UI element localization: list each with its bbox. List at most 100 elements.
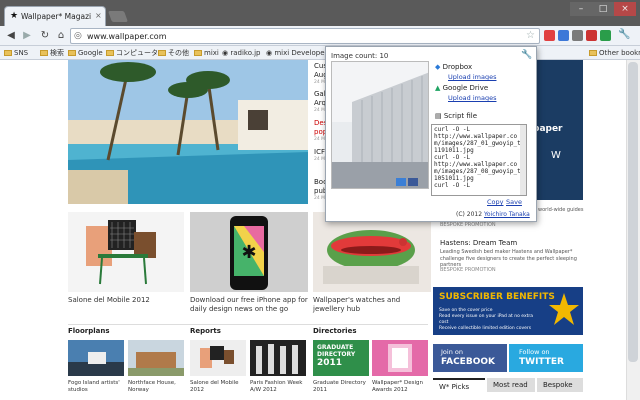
scrollbar-thumb[interactable] xyxy=(628,62,638,362)
window-close-button[interactable]: × xyxy=(614,2,636,16)
bookmark-folder-other[interactable]: その他 xyxy=(158,47,189,59)
hero-image-pool[interactable] xyxy=(68,60,308,204)
script-scrollbar[interactable] xyxy=(520,125,526,195)
window-minimize-button[interactable]: – xyxy=(570,2,592,16)
promo-body: Leading Swedish bed maker Hastens and Wa… xyxy=(440,249,577,268)
floorplan-thumb[interactable] xyxy=(68,340,124,376)
back-button[interactable]: ◀ xyxy=(4,29,18,43)
extension-red-icon[interactable] xyxy=(544,30,555,41)
tab-bespoke[interactable]: Bespoke xyxy=(537,378,583,392)
extension-image-icon[interactable] xyxy=(586,30,597,41)
promo-tag: BESPOKE PROMOTION xyxy=(440,267,496,273)
bookmark-folder-computer[interactable]: コンピュータ xyxy=(106,47,158,59)
svg-text:✱: ✱ xyxy=(241,242,256,263)
directory-thumb[interactable] xyxy=(372,340,428,376)
grid-caption[interactable]: Salone del Mobile 2012 xyxy=(68,296,186,305)
google-drive-label: ▲ Google Drive xyxy=(435,84,489,92)
directory-thumb[interactable]: GRADUATE DIRECTORY 2011 xyxy=(313,340,369,376)
wallpaper-favicon-icon: ★ xyxy=(10,11,19,21)
folder-icon xyxy=(4,50,12,56)
bookmark-star-icon[interactable]: ☆ xyxy=(526,30,535,41)
floorplan-thumb[interactable] xyxy=(128,340,184,376)
globe-icon: ◎ xyxy=(74,31,82,41)
thumb-caption[interactable]: Graduate Directory 2011 xyxy=(313,380,371,394)
dropbox-upload-link[interactable]: Upload images xyxy=(448,73,496,81)
bookmark-radiko[interactable]: ◉ radiko.jp xyxy=(222,47,260,59)
watches-jewellery-image[interactable] xyxy=(313,212,431,292)
folder-icon xyxy=(158,50,166,56)
wallpaper-logo-icon xyxy=(549,293,579,325)
thumb-caption[interactable]: Fogo Island artists' studios xyxy=(68,380,126,394)
tab-close-icon[interactable]: × xyxy=(95,11,102,20)
window-maximize-button[interactable]: □ xyxy=(592,2,614,16)
floorplans-title[interactable]: Floorplans xyxy=(68,327,110,335)
tab-title: Wallpaper* Magazine: de xyxy=(21,12,91,21)
worldwide-guides-text[interactable]: world-wide guides xyxy=(538,207,583,213)
directories-title[interactable]: Directories xyxy=(313,327,356,335)
copy-link[interactable]: Copy xyxy=(487,198,504,206)
folder-icon xyxy=(194,50,202,56)
facebook-button[interactable]: Join on FACEBOOK xyxy=(433,344,507,372)
bookmark-other-bookmarks[interactable]: Other bookmarks xyxy=(589,47,640,59)
save-link[interactable]: Save xyxy=(506,198,522,206)
grid-caption[interactable]: Wallpaper's watches and jewellery hub xyxy=(313,296,431,314)
promo-title[interactable]: Hastens: Dream Team xyxy=(440,239,590,247)
grid-caption[interactable]: Download our free iPhone app for daily d… xyxy=(190,296,308,314)
image-count: Image count: 10 xyxy=(331,52,389,60)
author-link[interactable]: Yoichiro Tanaka xyxy=(484,211,530,218)
tab-w-picks[interactable]: W* Picks xyxy=(433,378,485,392)
folder-icon xyxy=(68,50,76,56)
graduate-thumb-text: GRADUATE xyxy=(317,344,354,351)
extension-green-icon[interactable] xyxy=(600,30,611,41)
browser-tab[interactable]: ★ Wallpaper* Magazine: de × xyxy=(4,6,106,26)
reports-title[interactable]: Reports xyxy=(190,327,221,335)
bookmark-folder-google[interactable]: Google xyxy=(68,47,103,59)
home-icon[interactable]: ⌂ xyxy=(54,29,68,43)
ad-small: W xyxy=(551,150,561,161)
subscriber-lines: Save on the cover price Read every issue… xyxy=(439,308,533,331)
tab-most-read[interactable]: Most read xyxy=(487,378,535,392)
ad-text: paper xyxy=(533,124,563,134)
facebook-label: FACEBOOK xyxy=(441,357,495,367)
twitter-button[interactable]: Follow on TWITTER xyxy=(509,344,583,372)
thumb-caption[interactable]: Wallpaper* Design Awards 2012 xyxy=(372,380,430,394)
wrench-menu-icon[interactable]: 🔧 xyxy=(618,29,630,40)
address-url[interactable]: www.wallpaper.com xyxy=(87,32,167,41)
subscriber-benefits-banner[interactable]: SUBSCRIBER BENEFITS Save on the cover pr… xyxy=(433,287,583,335)
options-wrench-icon[interactable]: 🔧 xyxy=(521,50,532,60)
report-thumb[interactable] xyxy=(250,340,306,376)
thumb-caption[interactable]: Northface House, Norway xyxy=(128,380,186,394)
google-drive-icon: ▲ xyxy=(435,84,441,92)
subscriber-title: SUBSCRIBER BENEFITS xyxy=(439,292,555,302)
bookmark-folder-search[interactable]: 検索 xyxy=(40,47,64,59)
graduate-thumb-text: DIRECTORY xyxy=(317,351,356,358)
twitter-label-small: Follow on xyxy=(519,348,550,356)
script-file-icon: ▤ xyxy=(435,112,442,120)
folder-icon xyxy=(589,50,597,56)
folder-icon xyxy=(40,50,48,56)
bookmark-folder-sns[interactable]: SNS xyxy=(4,47,28,59)
facebook-label-small: Join on xyxy=(441,348,463,356)
bookmark-folder-mixi[interactable]: mixi xyxy=(194,47,219,59)
reload-icon[interactable]: ↻ xyxy=(38,29,52,43)
google-drive-upload-link[interactable]: Upload images xyxy=(448,94,496,102)
section-divider xyxy=(68,324,428,325)
thumb-caption[interactable]: Salone del Mobile 2012 xyxy=(190,380,248,394)
iphone-app-image[interactable]: ✱ xyxy=(190,212,308,292)
salone-image[interactable] xyxy=(68,212,184,292)
dropbox-label: ◆ Dropbox xyxy=(435,63,473,71)
report-thumb[interactable] xyxy=(190,340,246,376)
thumb-caption[interactable]: Paris Fashion Week A/W 2012 xyxy=(250,380,308,394)
graduate-thumb-text: 2011 xyxy=(317,358,343,368)
address-bar[interactable]: ◎ www.wallpaper.com ☆ xyxy=(70,28,540,44)
extension-gray-icon[interactable] xyxy=(572,30,583,41)
promo-tag: BESPOKE PROMOTION xyxy=(440,222,496,228)
forward-button[interactable]: ▶ xyxy=(20,29,34,43)
image-preview[interactable] xyxy=(331,61,429,189)
twitter-label: TWITTER xyxy=(519,357,564,367)
dropbox-icon: ◆ xyxy=(435,63,441,71)
extension-blue-icon[interactable] xyxy=(558,30,569,41)
script-textarea[interactable]: curl -O -L http://www.wallpaper.com/imag… xyxy=(431,124,527,196)
folder-icon xyxy=(106,50,114,56)
script-file-label: ▤ Script file xyxy=(435,112,478,120)
